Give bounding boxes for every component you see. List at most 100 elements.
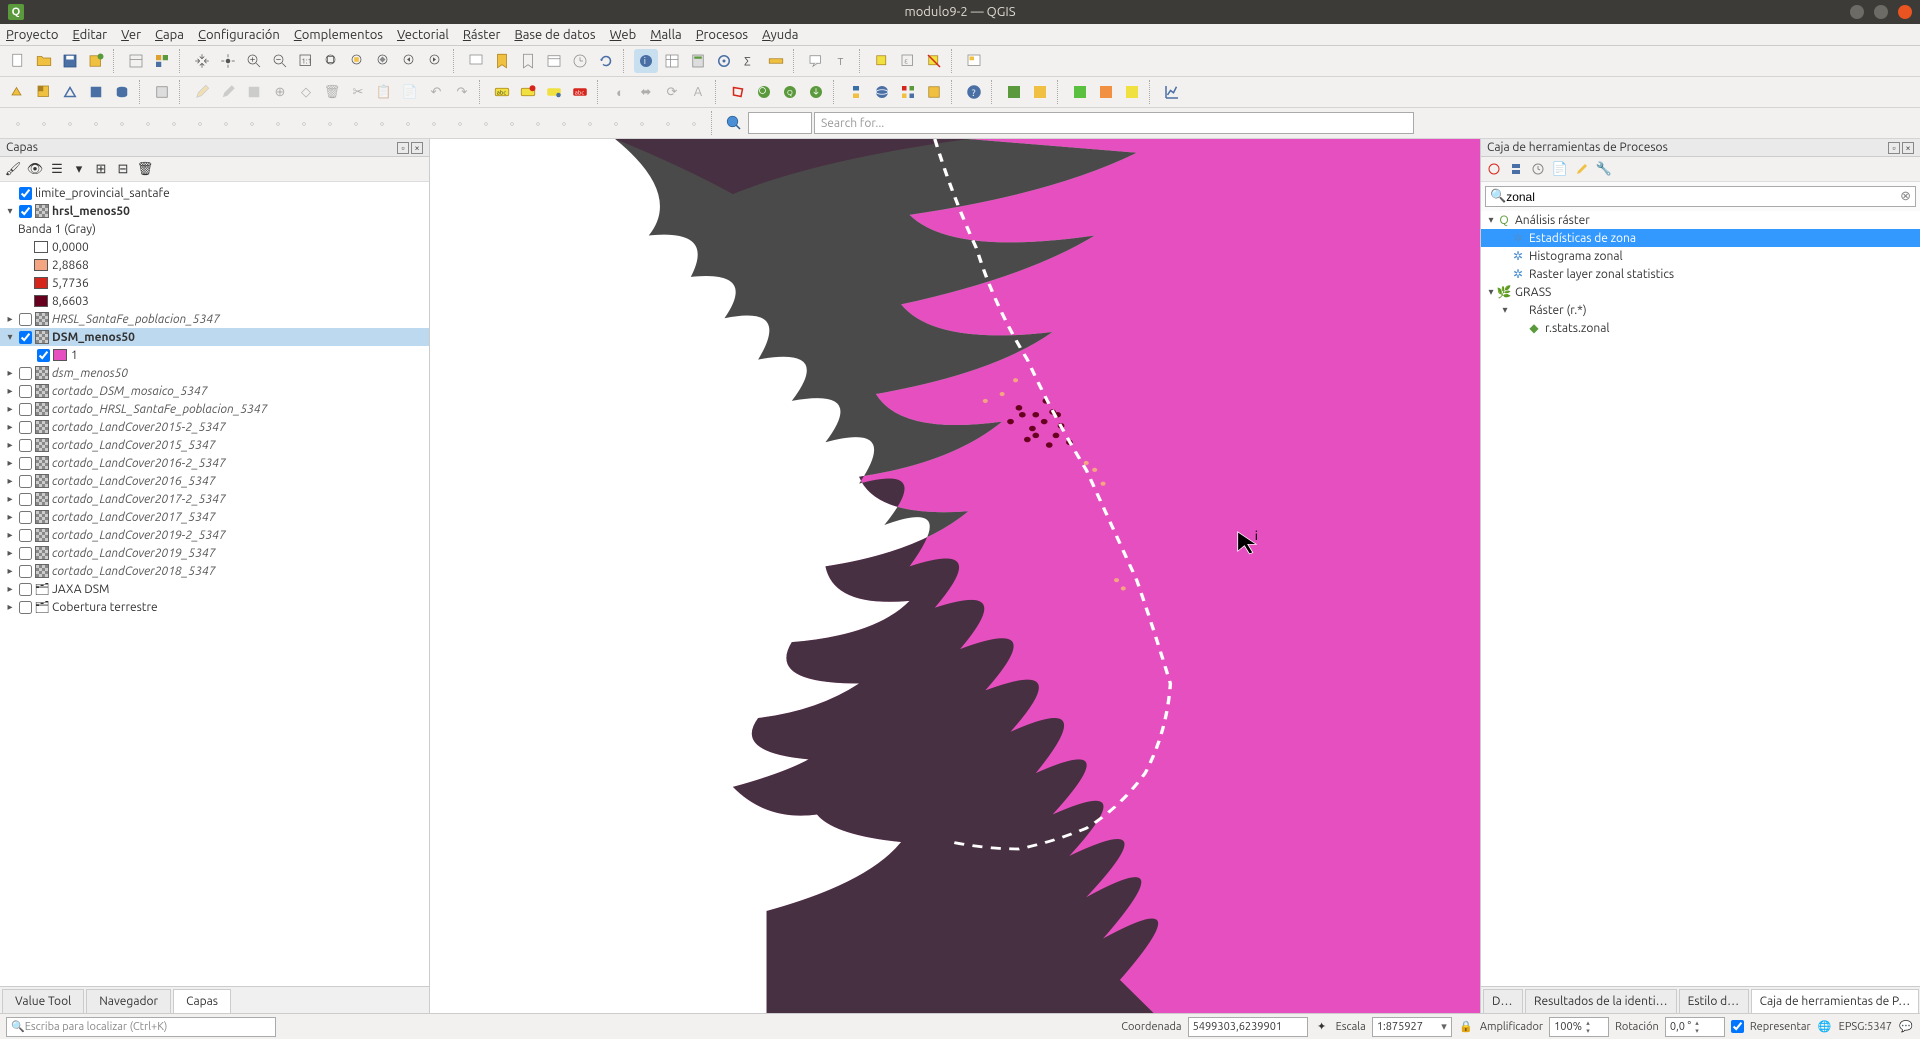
rotation-input[interactable]: 0,0 °▴▾ [1665,1017,1725,1037]
layer-row[interactable]: ▸cortado_LandCover2016_5347 [0,472,429,490]
minimize-button[interactable] [1850,5,1864,19]
layer-row[interactable]: ▸cortado_DSM_mosaico_5347 [0,382,429,400]
add-group-button[interactable]: 👁 [26,160,44,178]
menu-editar[interactable]: Editar [72,28,107,42]
layer-row[interactable]: ▸cortado_LandCover2017_5347 [0,508,429,526]
layer-row[interactable]: ▸cortado_HRSL_SantaFe_poblacion_5347 [0,400,429,418]
layer-visibility-checkbox[interactable] [19,565,32,578]
layer-visibility-checkbox[interactable] [19,511,32,524]
proc-item[interactable]: ✲Histograma zonal [1481,247,1920,265]
digitize-22-button[interactable]: ◦ [552,111,576,135]
cut-button[interactable]: ✂ [346,80,370,104]
scp-green-button[interactable] [1068,80,1092,104]
processing-toolbox-button[interactable] [712,49,736,73]
layer-row[interactable]: ▸cortado_LandCover2019-2_5347 [0,526,429,544]
layer-row[interactable]: ▸🗂Cobertura terrestre [0,598,429,616]
map-tips-button[interactable] [804,49,828,73]
diagram-button[interactable]: ◐ [608,80,632,104]
panel-undock-button[interactable]: ▫ [1888,142,1900,154]
menu-ráster[interactable]: Ráster [463,28,501,42]
digitize-18-button[interactable]: ◦ [448,111,472,135]
proc-item[interactable]: ✲Estadísticas de zona [1481,229,1920,247]
layer-row[interactable]: ▾hrsl_menos50 [0,202,429,220]
zoom-in-button[interactable] [242,49,266,73]
label-abc-pin-button[interactable] [542,80,566,104]
tab-right-2[interactable]: Estilo d… [1679,989,1749,1013]
coord-input[interactable]: 5499303,6239901 [1188,1017,1308,1037]
proc-edit-button[interactable] [1573,160,1591,178]
layout-manager-button[interactable] [124,49,148,73]
magnifier-input[interactable]: 100%▴▾ [1549,1017,1609,1037]
digitize-2-button[interactable]: ◦ [32,111,56,135]
tab-right-1[interactable]: Resultados de la identi… [1525,989,1677,1013]
digitize-17-button[interactable]: ◦ [422,111,446,135]
menu-web[interactable]: Web [610,28,637,42]
zoom-full-button[interactable] [320,49,344,73]
python-console-button[interactable] [844,80,868,104]
style-manager-button[interactable] [150,49,174,73]
layer-row[interactable]: ▸cortado_LandCover2015_5347 [0,436,429,454]
rotate-label-button[interactable]: ⟳ [660,80,684,104]
layer-visibility-checkbox[interactable] [19,421,32,434]
crs-label[interactable]: EPSG:5347 [1839,1021,1892,1033]
digitize-24-button[interactable]: ◦ [604,111,628,135]
measure-button[interactable] [764,49,788,73]
copy-button[interactable]: 📋 [372,80,396,104]
toggle-editing-button[interactable] [190,80,214,104]
digitize-5-button[interactable]: ◦ [110,111,134,135]
toggle-extents-icon[interactable]: ✦ [1314,1019,1330,1035]
scp-yellow-button[interactable] [1120,80,1144,104]
proc-history-button[interactable] [1529,160,1547,178]
new-spatialite-button[interactable] [110,80,134,104]
layer-visibility-checkbox[interactable] [19,187,32,200]
manage-themes-button[interactable]: ☰ [48,160,66,178]
expand-toggle[interactable]: ▾ [4,205,16,217]
show-overview-button[interactable] [962,49,986,73]
tab-right-3[interactable]: Caja de herramientas de P… [1751,989,1920,1013]
zoom-selection-button[interactable] [346,49,370,73]
processing-tree[interactable]: ▾QAnálisis ráster✲Estadísticas de zona✲H… [1481,211,1920,986]
class-visibility-checkbox[interactable] [37,349,50,362]
change-label-button[interactable]: A [686,80,710,104]
show-bookmarks-button[interactable] [516,49,540,73]
panel-undock-button[interactable]: ▫ [397,142,409,154]
layer-visibility-checkbox[interactable] [19,583,32,596]
scp-orange-button[interactable] [1094,80,1118,104]
digitize-4-button[interactable]: ◦ [84,111,108,135]
expand-toggle[interactable]: ▸ [4,565,16,577]
expand-all-button[interactable]: ⊞ [92,160,110,178]
layer-row[interactable]: ▸cortado_LandCover2018_5347 [0,562,429,580]
layer-visibility-checkbox[interactable] [19,493,32,506]
layers-tree[interactable]: limite_provincial_santafe▾hrsl_menos50Ba… [0,182,429,986]
clear-search-button[interactable]: ⊗ [1900,189,1911,204]
redo-button[interactable]: ↷ [450,80,474,104]
scp-band-button[interactable] [1002,80,1026,104]
move-label-button[interactable]: ⬌ [634,80,658,104]
digitize-13-button[interactable]: ◦ [318,111,342,135]
save-project-button[interactable] [58,49,82,73]
layer-row[interactable]: ▾DSM_menos50 [0,328,429,346]
proc-results-button[interactable]: 📄 [1551,160,1569,178]
close-button[interactable] [1898,5,1912,19]
expand-toggle[interactable]: ▸ [4,403,16,415]
expand-toggle[interactable]: ▸ [4,457,16,469]
layer-row[interactable]: Banda 1 (Gray) [0,220,429,238]
layer-row[interactable]: ▸dsm_menos50 [0,364,429,382]
locate-scale-input[interactable] [748,112,812,134]
identify-button[interactable]: i [634,49,658,73]
open-attributes-button[interactable] [660,49,684,73]
paste-button[interactable]: 📄 [398,80,422,104]
menu-base-de-datos[interactable]: Base de datos [514,28,595,42]
menu-capa[interactable]: Capa [155,28,184,42]
proc-options-button[interactable]: 🔧 [1595,160,1613,178]
label-abc-del-button[interactable]: abc [568,80,592,104]
menu-ayuda[interactable]: Ayuda [762,28,798,42]
crs-icon[interactable]: 🌐 [1817,1019,1833,1035]
digitize-7-button[interactable]: ◦ [162,111,186,135]
proc-models-button[interactable] [1485,160,1503,178]
menu-ver[interactable]: Ver [121,28,141,42]
pan-to-selection-button[interactable] [216,49,240,73]
layer-visibility-checkbox[interactable] [19,313,32,326]
temporal-controller-button[interactable] [568,49,592,73]
digitize-11-button[interactable]: ◦ [266,111,290,135]
